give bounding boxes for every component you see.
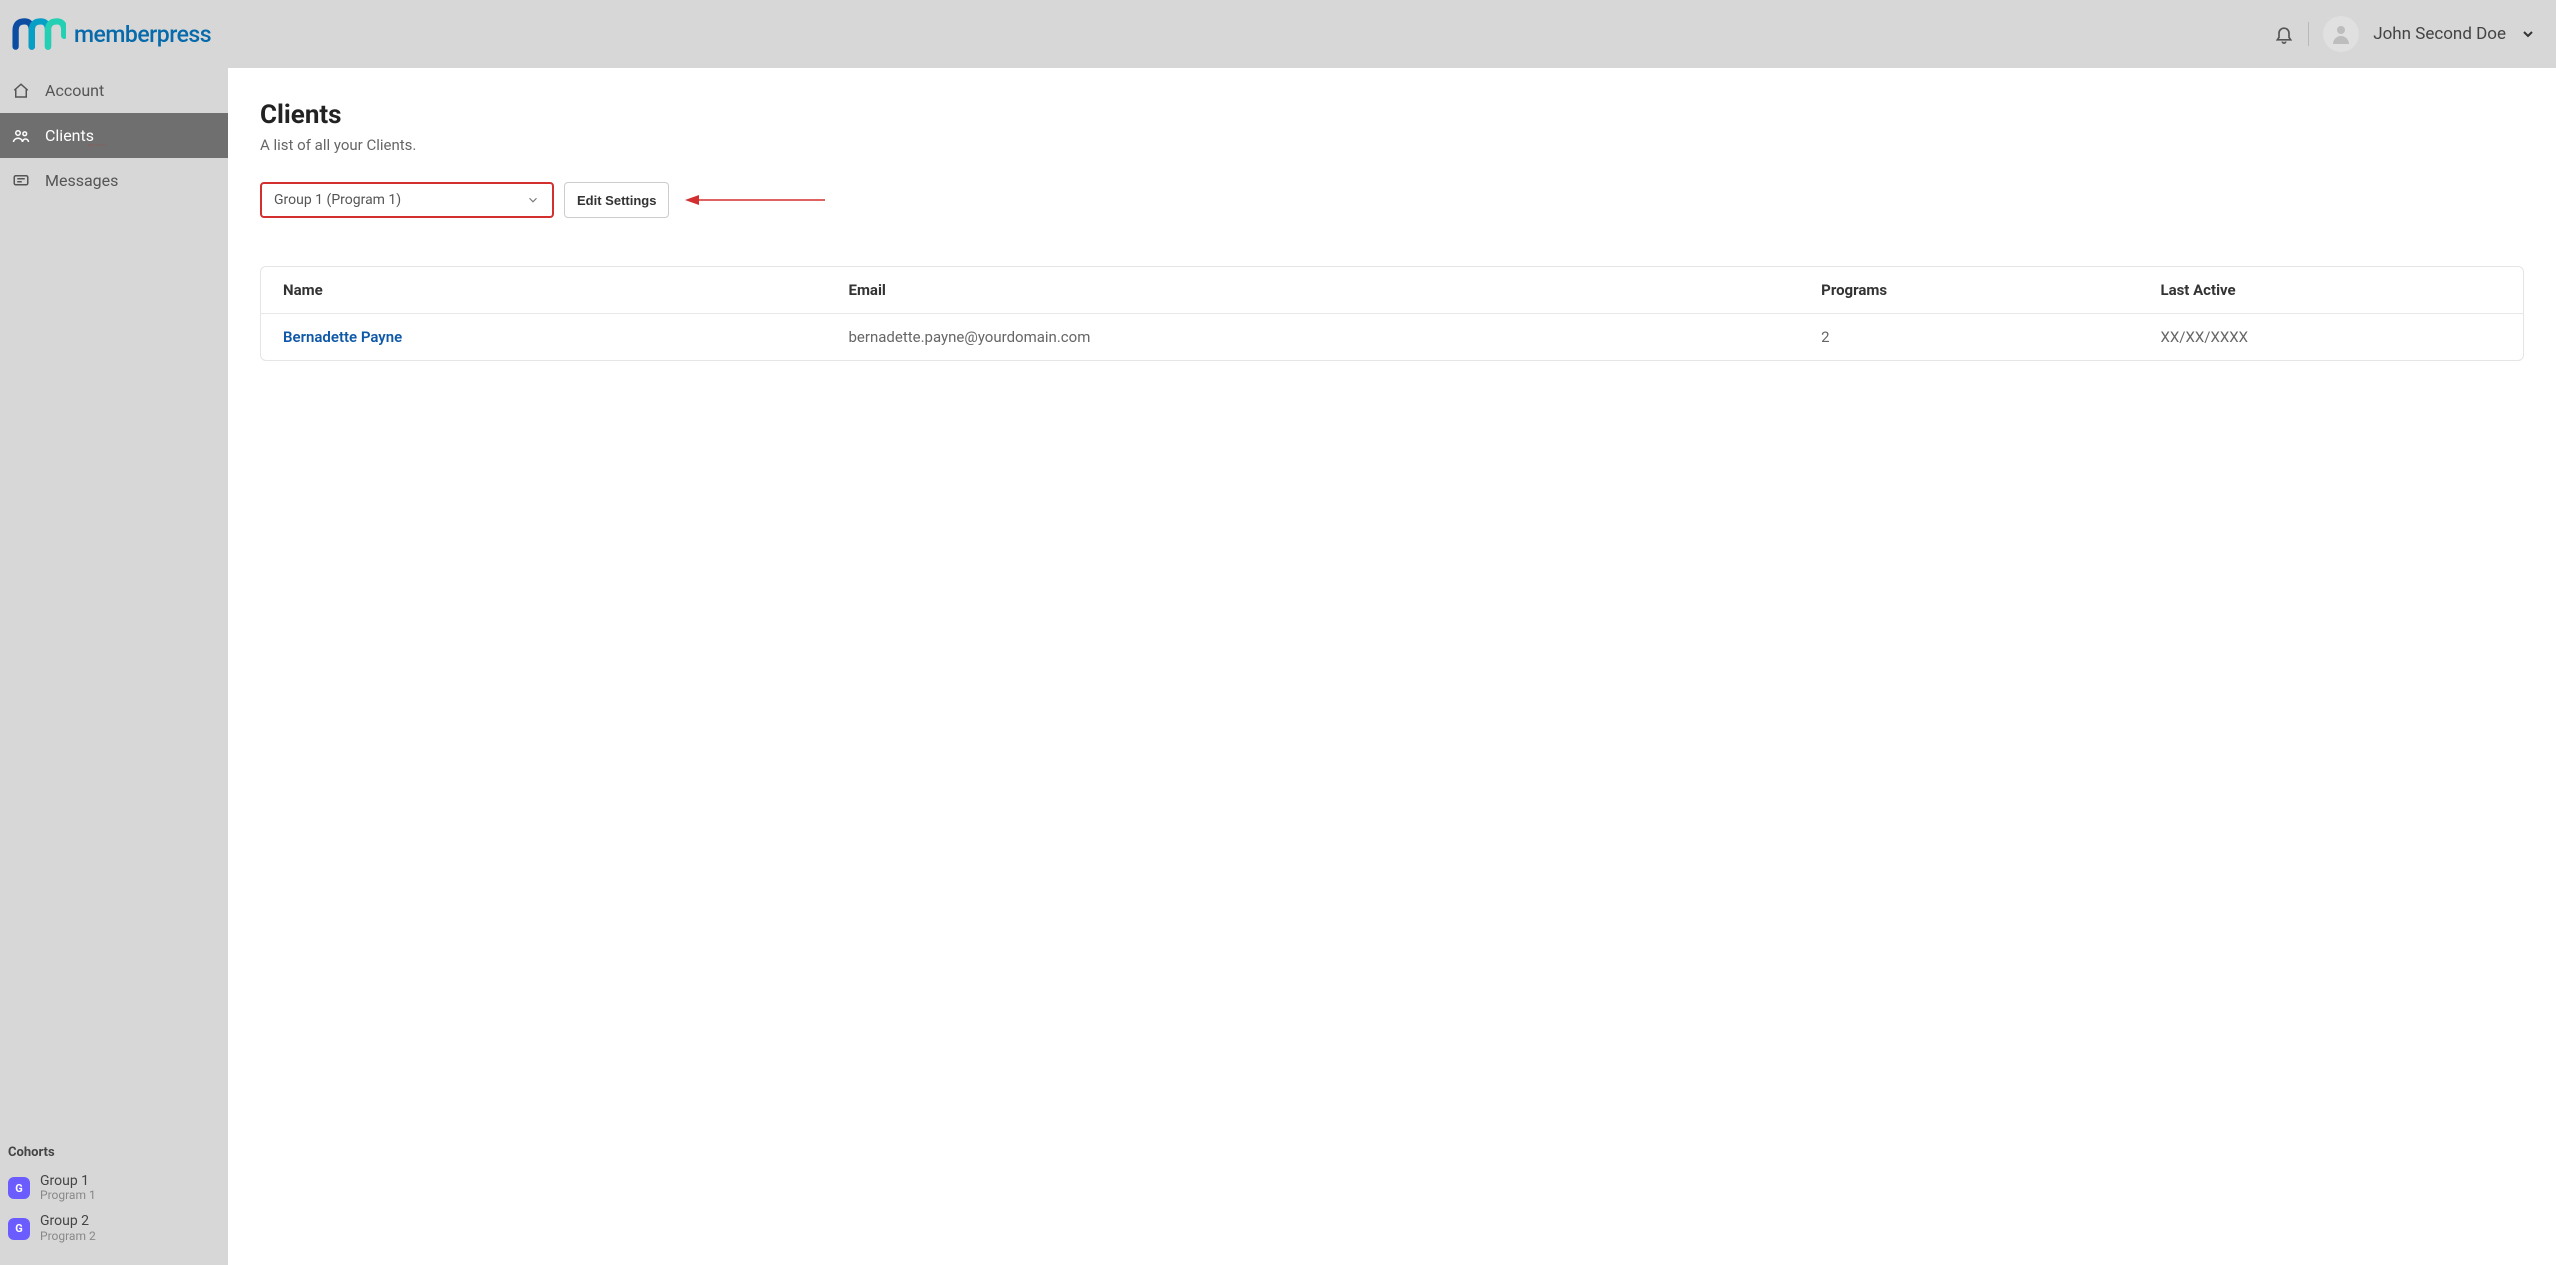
cohort-sub: Program 2: [40, 1230, 96, 1243]
col-header-last-active: Last Active: [2138, 267, 2523, 314]
avatar[interactable]: [2323, 16, 2359, 52]
cohorts-heading: Cohorts: [6, 1137, 222, 1168]
annotation-arrow-icon: [685, 193, 825, 207]
cohort-name: Group 1: [40, 1174, 96, 1189]
clients-table: Name Email Programs Last Active Bernadet…: [260, 266, 2524, 361]
client-name-link[interactable]: Bernadette Payne: [283, 328, 402, 346]
controls-row: Group 1 (Program 1) Edit Settings: [260, 182, 2524, 218]
sidebar-item-label: Clients: [45, 126, 94, 145]
group-select[interactable]: Group 1 (Program 1): [260, 182, 554, 218]
cohort-sub: Program 1: [40, 1189, 96, 1202]
notifications-icon[interactable]: [2274, 24, 2294, 44]
cohorts-section: Cohorts G Group 1 Program 1 G Group 2 Pr…: [0, 1129, 228, 1265]
chevron-down-icon[interactable]: [2520, 26, 2536, 42]
cohort-name: Group 2: [40, 1214, 96, 1229]
brand-name: memberpress: [74, 21, 211, 48]
table-header-row: Name Email Programs Last Active: [261, 267, 2523, 314]
memberpress-mark-icon: [12, 15, 66, 53]
cohort-item[interactable]: G Group 1 Program 1: [6, 1168, 222, 1209]
client-programs: 2: [1799, 314, 2138, 361]
page-title: Clients: [260, 100, 2524, 130]
col-header-programs: Programs: [1799, 267, 2138, 314]
app-header: memberpress John Second Doe: [0, 0, 2556, 68]
edit-settings-button[interactable]: Edit Settings: [564, 182, 669, 218]
col-header-name: Name: [261, 267, 827, 314]
table-row[interactable]: Bernadette Payne bernadette.payne@yourdo…: [261, 314, 2523, 361]
users-icon: [12, 127, 30, 145]
header-actions: John Second Doe: [2274, 16, 2536, 52]
col-header-email: Email: [827, 267, 1800, 314]
page-subtitle: A list of all your Clients.: [260, 136, 2524, 154]
home-icon: [12, 82, 30, 100]
message-icon: [12, 172, 30, 190]
brand-logo[interactable]: memberpress: [12, 15, 211, 53]
main-content: Clients A list of all your Clients. Grou…: [228, 68, 2556, 1265]
sidebar-item-messages[interactable]: Messages: [0, 158, 228, 203]
chevron-down-icon: [526, 193, 540, 207]
sidebar: Account Clients Messages: [0, 68, 228, 1265]
user-icon: [2329, 22, 2353, 46]
sidebar-item-label: Account: [45, 81, 104, 100]
client-last-active: XX/XX/XXXX: [2138, 314, 2523, 361]
header-separator: [2308, 22, 2309, 46]
cohort-badge: G: [8, 1218, 30, 1240]
user-display-name: John Second Doe: [2373, 24, 2506, 44]
cohort-badge: G: [8, 1177, 30, 1199]
sidebar-item-account[interactable]: Account: [0, 68, 228, 113]
group-select-value: Group 1 (Program 1): [274, 192, 401, 208]
client-email: bernadette.payne@yourdomain.com: [827, 314, 1800, 361]
sidebar-item-clients[interactable]: Clients: [0, 113, 228, 158]
sidebar-item-label: Messages: [45, 171, 118, 190]
cohort-item[interactable]: G Group 2 Program 2: [6, 1208, 222, 1249]
